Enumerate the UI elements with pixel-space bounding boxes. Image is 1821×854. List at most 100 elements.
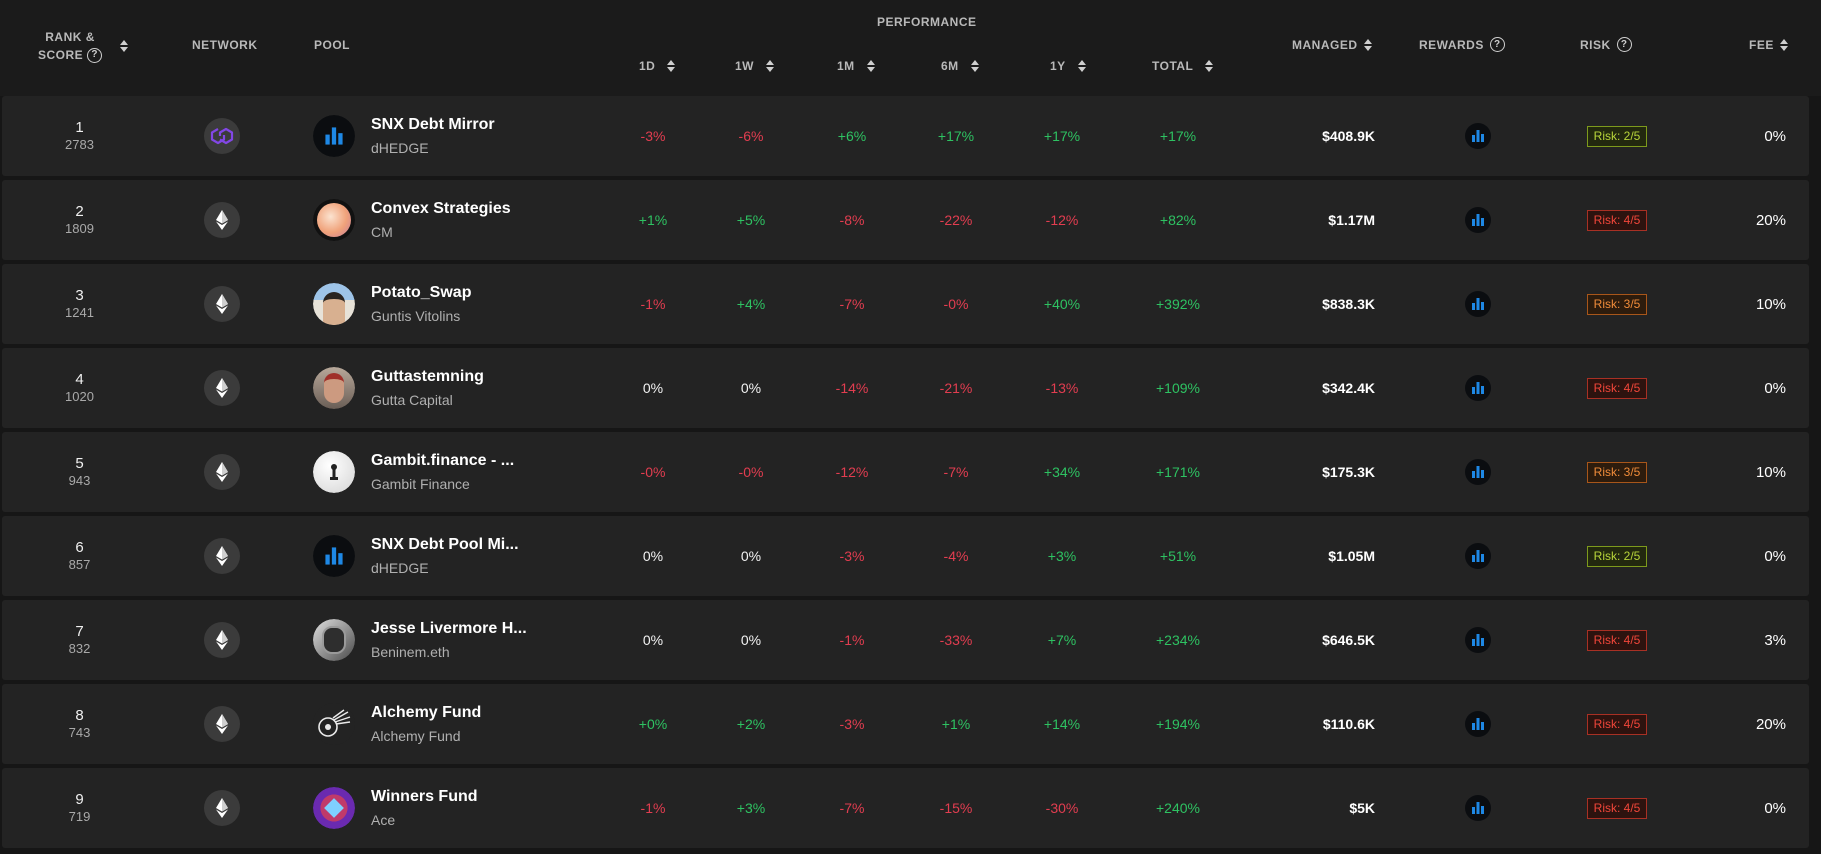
rewards-cell[interactable] [1456, 264, 1500, 344]
rewards-cell[interactable] [1456, 600, 1500, 680]
sort-fee-header[interactable]: FEE [1749, 38, 1788, 52]
rewards-token-icon[interactable] [1465, 291, 1491, 317]
rank-cell: 2 1809 [22, 180, 137, 260]
pool-manager[interactable]: Ace [371, 812, 478, 828]
help-icon[interactable]: ? [1489, 37, 1505, 52]
pool-cell[interactable]: SNX Debt Mirror dHEDGE [313, 96, 613, 176]
sort-1w-header[interactable]: 1W [735, 59, 774, 73]
sort-6m-header[interactable]: 6M [941, 59, 979, 73]
pool-manager[interactable]: Guntis Vitolins [371, 308, 471, 324]
ethereum-network-icon [204, 538, 240, 574]
pool-cell[interactable]: Guttastemning Gutta Capital [313, 348, 613, 428]
pool-name[interactable]: SNX Debt Pool Mi... [371, 536, 519, 554]
pool-avatar[interactable] [313, 619, 355, 661]
ethereum-network-icon [204, 454, 240, 490]
rewards-token-icon[interactable] [1465, 711, 1491, 737]
sort-icon[interactable] [866, 60, 875, 72]
pool-name[interactable]: Winners Fund [371, 788, 478, 806]
network-cell [187, 768, 257, 848]
pool-manager[interactable]: Alchemy Fund [371, 728, 481, 744]
pool-cell[interactable]: SNX Debt Pool Mi... dHEDGE [313, 516, 613, 596]
pool-avatar[interactable] [313, 787, 355, 829]
managed-value: $646.5K [1322, 632, 1375, 648]
pool-avatar[interactable] [313, 451, 355, 493]
rewards-cell[interactable] [1456, 516, 1500, 596]
pool-cell[interactable]: Winners Fund Ace [313, 768, 613, 848]
pool-avatar[interactable] [313, 115, 355, 157]
sort-1y-header[interactable]: 1Y [1050, 59, 1086, 73]
pool-manager[interactable]: dHEDGE [371, 140, 495, 156]
pool-name[interactable]: SNX Debt Mirror [371, 116, 495, 134]
pool-name[interactable]: Jesse Livermore H... [371, 620, 527, 638]
rewards-token-icon[interactable] [1465, 543, 1491, 569]
pool-avatar[interactable] [313, 199, 355, 241]
sort-icon[interactable] [1205, 60, 1214, 72]
sort-icon[interactable] [766, 60, 774, 72]
sort-1m-header[interactable]: 1M [837, 59, 875, 73]
rank-score-header[interactable]: RANK & SCORE ? [38, 28, 129, 64]
pool-cell[interactable]: Jesse Livermore H... Beninem.eth [313, 600, 613, 680]
table-row[interactable]: 2 1809 Convex Strategies CM +1% +5% -8% … [2, 180, 1809, 260]
perf-6m: -15% [939, 800, 973, 816]
pool-avatar[interactable] [313, 535, 355, 577]
help-icon[interactable]: ? [1616, 37, 1632, 52]
rewards-token-icon[interactable] [1465, 123, 1491, 149]
rewards-token-icon[interactable] [1465, 375, 1491, 401]
help-icon[interactable]: ? [87, 47, 103, 63]
perf-6m: -33% [939, 632, 973, 648]
sort-total-header[interactable]: TOTAL [1152, 59, 1214, 73]
rewards-token-icon[interactable] [1465, 459, 1491, 485]
table-row[interactable]: 1 2783 SNX Debt Mirror dHEDGE -3% -6% +6… [2, 96, 1809, 176]
pool-avatar[interactable] [313, 367, 355, 409]
sort-1d-header[interactable]: 1D [639, 59, 676, 73]
table-row[interactable]: 8 743 Alchemy Fund Alchemy Fund +0% +2% … [2, 684, 1809, 764]
risk-badge: Risk: 4/5 [1586, 377, 1648, 399]
pool-cell[interactable]: Potato_Swap Guntis Vitolins [313, 264, 613, 344]
pool-manager[interactable]: Beninem.eth [371, 644, 527, 660]
rewards-token-icon[interactable] [1465, 207, 1491, 233]
table-row[interactable]: 3 1241 Potato_Swap Guntis Vitolins -1% +… [2, 264, 1809, 344]
table-row[interactable]: 5 943 Gambit.finance - ... Gambit Financ… [2, 432, 1809, 512]
table-row[interactable]: 4 1020 Guttastemning Gutta Capital 0% 0%… [2, 348, 1809, 428]
pool-avatar[interactable] [313, 703, 355, 745]
table-row[interactable]: 7 832 Jesse Livermore H... Beninem.eth 0… [2, 600, 1809, 680]
sort-icon[interactable] [1779, 39, 1788, 51]
pool-manager[interactable]: CM [371, 224, 511, 240]
rewards-cell[interactable] [1456, 180, 1500, 260]
pool-manager[interactable]: dHEDGE [371, 560, 519, 576]
pool-cell[interactable]: Alchemy Fund Alchemy Fund [313, 684, 613, 764]
pool-name[interactable]: Guttastemning [371, 368, 484, 386]
perf-total: +171% [1156, 464, 1200, 480]
pool-name[interactable]: Convex Strategies [371, 200, 511, 218]
risk-cell: Risk: 4/5 [1562, 600, 1672, 680]
pool-name[interactable]: Potato_Swap [371, 284, 471, 302]
rank-value: 3 [75, 287, 84, 304]
rewards-token-icon[interactable] [1465, 627, 1491, 653]
rewards-cell[interactable] [1456, 768, 1500, 848]
pool-manager[interactable]: Gutta Capital [371, 392, 484, 408]
pool-name[interactable]: Gambit.finance - ... [371, 452, 514, 470]
rewards-cell[interactable] [1456, 432, 1500, 512]
risk-badge: Risk: 2/5 [1586, 545, 1648, 567]
table-row[interactable]: 9 719 Winners Fund Ace -1% +3% -7% -15% … [2, 768, 1809, 848]
sort-icon[interactable] [667, 60, 676, 72]
perf-total: +194% [1156, 716, 1200, 732]
rewards-cell[interactable] [1456, 96, 1500, 176]
rank-cell: 9 719 [22, 768, 137, 848]
pool-cell[interactable]: Convex Strategies CM [313, 180, 613, 260]
sort-managed-header[interactable]: MANAGED [1292, 38, 1372, 52]
sort-icon[interactable] [1363, 39, 1372, 51]
pool-cell[interactable]: Gambit.finance - ... Gambit Finance [313, 432, 613, 512]
rewards-token-icon[interactable] [1465, 795, 1491, 821]
perf-6m: +17% [937, 128, 975, 144]
sort-icon[interactable] [970, 60, 979, 72]
rewards-cell[interactable] [1456, 684, 1500, 764]
pool-avatar[interactable] [313, 283, 355, 325]
sort-icon[interactable] [120, 40, 129, 52]
rewards-cell[interactable] [1456, 348, 1500, 428]
pool-manager[interactable]: Gambit Finance [371, 476, 514, 492]
risk-header-label: RISK [1580, 37, 1611, 52]
sort-icon[interactable] [1077, 60, 1086, 72]
pool-name[interactable]: Alchemy Fund [371, 704, 481, 722]
table-row[interactable]: 6 857 SNX Debt Pool Mi... dHEDGE 0% 0% -… [2, 516, 1809, 596]
